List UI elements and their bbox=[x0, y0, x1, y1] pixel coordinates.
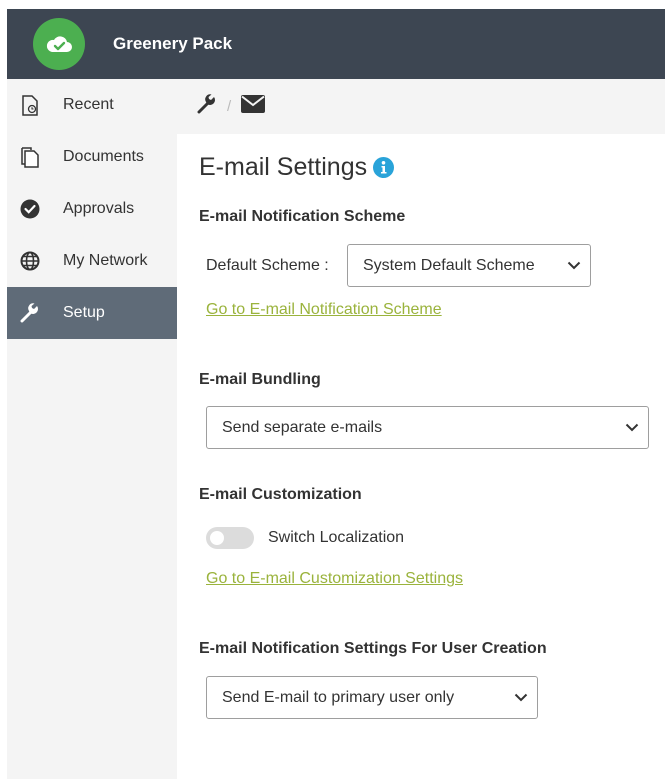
notification-scheme-heading: E-mail Notification Scheme bbox=[199, 208, 406, 225]
localization-toggle-label: Switch Localization bbox=[268, 529, 405, 546]
user-creation-select[interactable]: Send E-mail to primary user only bbox=[206, 676, 538, 719]
cloud-check-icon[interactable] bbox=[33, 18, 85, 70]
sidebar: Recent Documents Approvals My Network Se… bbox=[7, 79, 177, 779]
sidebar-item-label: Recent bbox=[63, 96, 114, 113]
customization-settings-link[interactable]: Go to E-mail Customization Settings bbox=[206, 570, 463, 588]
sidebar-item-setup[interactable]: Setup bbox=[7, 287, 177, 339]
default-scheme-select[interactable]: System Default Scheme bbox=[347, 244, 591, 287]
main-content: E-mail Settings E-mail Notification Sche… bbox=[177, 134, 665, 779]
globe-icon bbox=[19, 250, 41, 272]
localization-toggle-row: Switch Localization bbox=[206, 527, 404, 549]
customization-heading: E-mail Customization bbox=[199, 486, 362, 503]
envelope-icon[interactable] bbox=[241, 95, 266, 118]
sidebar-item-documents[interactable]: Documents bbox=[7, 131, 177, 183]
sidebar-item-approvals[interactable]: Approvals bbox=[7, 183, 177, 235]
chevron-down-icon bbox=[567, 257, 581, 275]
info-icon[interactable] bbox=[373, 157, 395, 178]
breadcrumb: / bbox=[177, 79, 665, 134]
sidebar-item-recent[interactable]: Recent bbox=[7, 79, 177, 131]
localization-toggle[interactable] bbox=[206, 527, 254, 549]
bundling-value: Send separate e-mails bbox=[222, 418, 383, 436]
sidebar-item-label: Documents bbox=[63, 148, 144, 165]
user-creation-value: Send E-mail to primary user only bbox=[222, 688, 455, 706]
wrench-icon bbox=[19, 302, 41, 324]
sidebar-item-label: My Network bbox=[63, 252, 148, 269]
top-header: Greenery Pack bbox=[7, 9, 665, 79]
sidebar-item-label: Approvals bbox=[63, 200, 135, 217]
chevron-down-icon bbox=[625, 419, 639, 437]
sidebar-item-label: Setup bbox=[63, 304, 105, 321]
bundling-heading: E-mail Bundling bbox=[199, 371, 321, 388]
user-creation-heading: E-mail Notification Settings For User Cr… bbox=[199, 640, 547, 657]
check-circle-icon bbox=[19, 198, 41, 220]
app-name: Greenery Pack bbox=[113, 34, 233, 53]
sidebar-item-my-network[interactable]: My Network bbox=[7, 235, 177, 287]
wrench-icon[interactable] bbox=[197, 94, 217, 119]
page-title-text: E-mail Settings bbox=[199, 153, 368, 181]
default-scheme-label: Default Scheme : bbox=[206, 257, 329, 274]
notification-scheme-link[interactable]: Go to E-mail Notification Scheme bbox=[206, 301, 442, 319]
bundling-select[interactable]: Send separate e-mails bbox=[206, 406, 649, 449]
documents-icon bbox=[19, 146, 41, 168]
chevron-down-icon bbox=[514, 689, 528, 707]
page-title: E-mail Settings bbox=[199, 153, 395, 182]
recent-document-icon bbox=[19, 94, 41, 116]
default-scheme-value: System Default Scheme bbox=[363, 256, 535, 274]
breadcrumb-separator: / bbox=[227, 98, 232, 115]
